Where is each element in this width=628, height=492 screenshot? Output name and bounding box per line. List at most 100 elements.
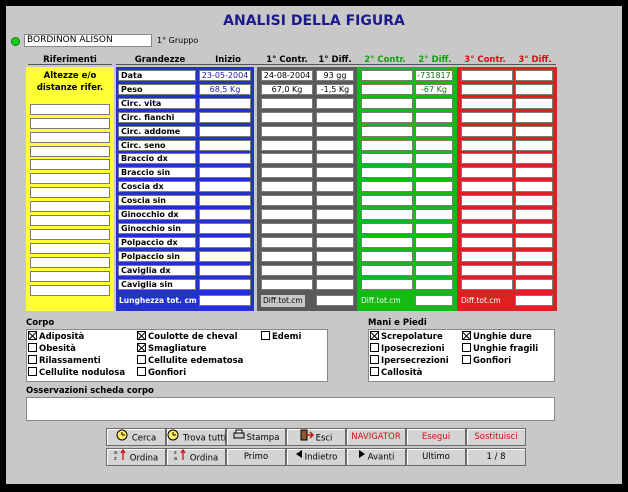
checkbox-gonfiori[interactable]: Gonfiori [462,355,511,367]
diff1-field[interactable] [316,222,354,234]
checkbox-unghie-dure[interactable]: Unghie dure [462,331,532,343]
cerca-button[interactable]: Cerca [106,428,166,446]
diff3-field[interactable] [515,278,553,290]
inizio-field[interactable] [199,264,251,276]
inizio-field[interactable] [199,97,251,109]
contr3-field[interactable] [461,278,513,290]
contr2-field[interactable] [361,153,413,165]
diff1-field[interactable] [316,111,354,123]
riferimento-field[interactable] [30,103,110,115]
contr1-field[interactable]: 24-08-2004 [261,70,313,81]
riferimento-field[interactable] [30,201,110,213]
inizio-field[interactable] [199,250,251,262]
esci-button[interactable]: Esci [286,428,346,446]
contr3-field[interactable] [461,181,513,193]
checkbox-gonfiori[interactable]: Gonfiori [137,367,186,379]
diff3-field[interactable] [515,83,553,95]
navigator-button[interactable]: NAVIGATOR [346,428,406,446]
ordina-za-button[interactable]: z a Ordina [166,448,226,466]
diff2-tot-field[interactable] [415,295,453,306]
contr3-field[interactable] [461,139,513,151]
diff1-field[interactable] [316,153,354,165]
checkbox-iposecrezioni[interactable]: Iposecrezioni [370,343,445,355]
checkbox-screpolature[interactable]: Screpolature [370,331,443,343]
checkbox-cellulite-edematosa[interactable]: Cellulite edematosa [137,355,243,367]
contr3-field[interactable] [461,153,513,165]
inizio-field[interactable] [199,153,251,165]
contr1-field[interactable] [261,236,313,248]
contr1-field[interactable] [261,264,313,276]
inizio-field[interactable] [199,236,251,248]
diff1-field[interactable] [316,209,354,220]
contr3-field[interactable] [461,236,513,248]
diff1-field[interactable] [316,264,354,276]
checkbox-adiposit-[interactable]: Adiposità [28,331,84,343]
contr1-field[interactable] [261,278,313,290]
diff2-field[interactable] [415,111,453,123]
inizio-field[interactable] [199,111,251,123]
contr1-field[interactable] [261,181,313,193]
inizio-field[interactable] [199,139,251,151]
contr2-field[interactable] [361,195,413,207]
diff2-field[interactable] [415,125,453,137]
diff3-field[interactable] [515,264,553,276]
indietro-button[interactable]: Indietro [286,448,346,466]
inizio-field[interactable] [199,125,251,137]
ultimo-button[interactable]: Ultimo [406,448,466,466]
inizio-field[interactable]: 68,5 Kg [199,83,251,95]
checkbox-obesit-[interactable]: Obesità [28,343,76,355]
checkbox-coulotte-de-cheval[interactable]: Coulotte de cheval [137,331,238,343]
contr1-field[interactable] [261,125,313,137]
sostituisci-button[interactable]: Sostituisci [466,428,526,446]
diff3-field[interactable] [515,250,553,262]
contr3-field[interactable] [461,195,513,207]
diff3-field[interactable] [515,125,553,137]
diff2-field[interactable] [415,278,453,290]
contr1-field[interactable] [261,195,313,207]
riferimento-field[interactable] [30,117,110,129]
contr1-field[interactable] [261,97,313,109]
contr1-field[interactable]: 67,0 Kg [261,83,313,95]
contr3-field[interactable] [461,97,513,109]
contr1-field[interactable] [261,250,313,262]
checkbox-edemi[interactable]: Edemi [261,331,301,343]
riferimento-field[interactable] [30,256,110,268]
contr3-field[interactable] [461,222,513,234]
inizio-field[interactable] [199,195,251,207]
contr3-field[interactable] [461,70,513,81]
diff1-field[interactable] [316,278,354,290]
diff2-field[interactable] [415,97,453,109]
contr2-field[interactable] [361,111,413,123]
inizio-field[interactable] [199,181,251,193]
diff1-field[interactable] [316,181,354,193]
diff1-field[interactable]: -1,5 Kg [316,83,354,95]
diff3-field[interactable] [515,209,553,220]
contr3-field[interactable] [461,264,513,276]
diff2-field[interactable] [415,250,453,262]
diff2-field[interactable] [415,195,453,207]
riferimento-field[interactable] [30,242,110,254]
riferimento-field[interactable] [30,284,110,296]
lunghezza-tot-field[interactable] [199,295,251,306]
diff1-field[interactable] [316,236,354,248]
riferimento-field[interactable] [30,215,110,226]
inizio-field[interactable] [199,222,251,234]
diff1-field[interactable]: 93 gg [316,70,354,81]
contr3-field[interactable] [461,83,513,95]
contr3-field[interactable] [461,111,513,123]
riferimento-field[interactable] [30,228,110,240]
diff2-field[interactable] [415,236,453,248]
diff3-field[interactable] [515,70,553,81]
checkbox-smagliature[interactable]: Smagliature [137,343,206,355]
esegui-button[interactable]: Esegui [406,428,466,446]
diff2-field[interactable]: -731817 [415,70,453,81]
diff2-field[interactable]: -67 Kg [415,83,453,95]
diff1-tot-field[interactable] [316,295,354,306]
diff2-field[interactable] [415,264,453,276]
contr1-field[interactable] [261,167,313,179]
diff3-field[interactable] [515,167,553,179]
diff2-field[interactable] [415,181,453,193]
diff3-field[interactable] [515,181,553,193]
diff3-field[interactable] [515,97,553,109]
contr2-field[interactable] [361,222,413,234]
